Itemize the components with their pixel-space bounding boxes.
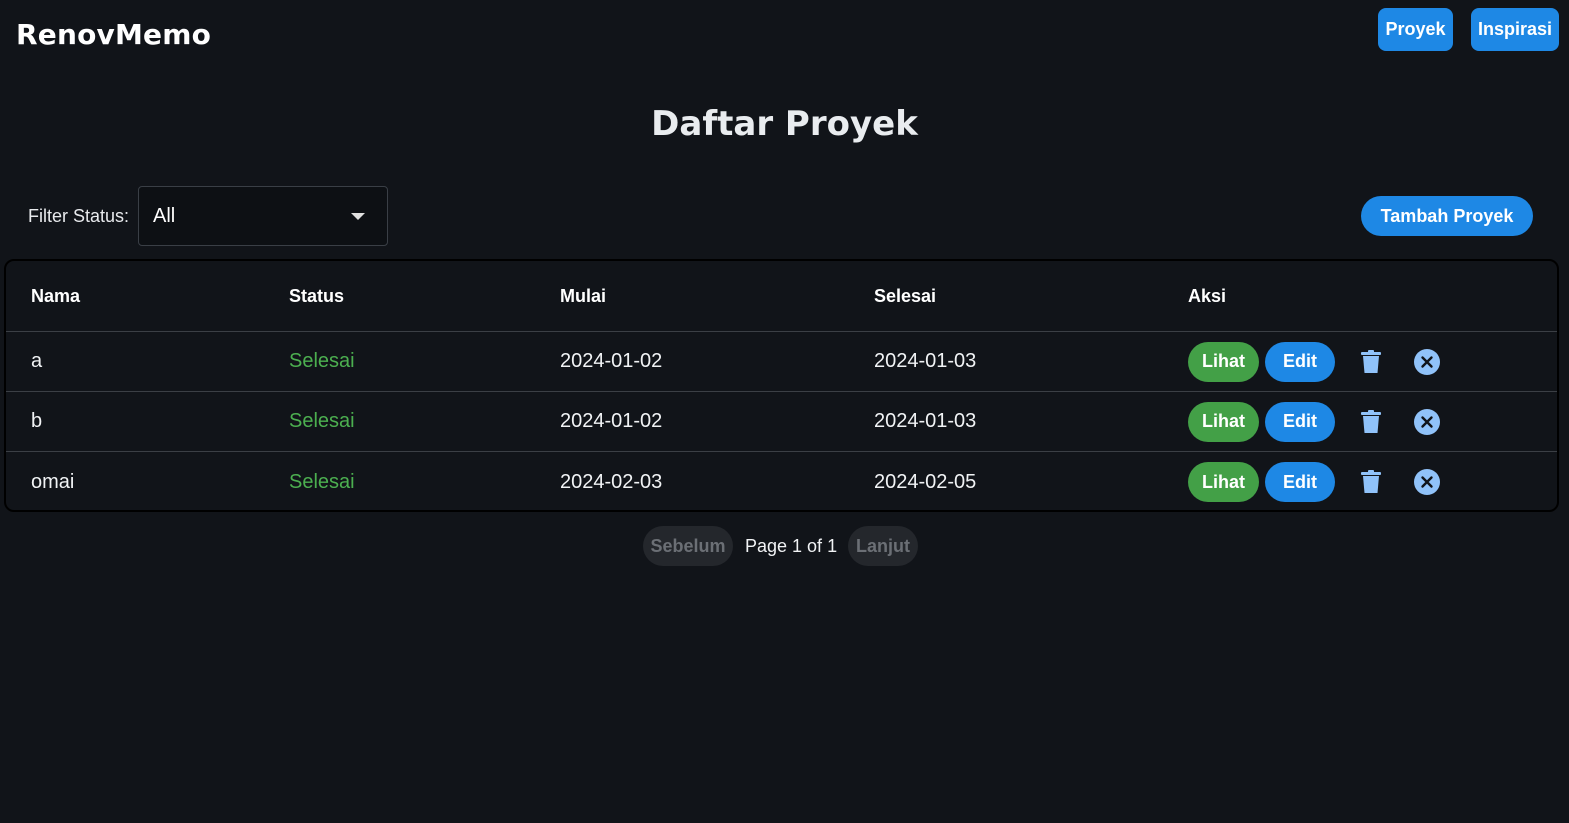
column-header-aksi: Aksi: [1188, 285, 1227, 306]
trash-icon[interactable]: [1356, 347, 1386, 377]
row-actions: Lihat Edit: [1188, 392, 1442, 451]
column-header-nama: Nama: [31, 285, 81, 306]
close-circle-icon[interactable]: [1412, 347, 1442, 377]
status-badge: Selesai: [289, 410, 355, 432]
add-project-button[interactable]: Tambah Proyek: [1361, 196, 1533, 236]
column-header-status: Status: [289, 285, 345, 306]
table-row: omai Selesai 2024-02-03 2024-02-05 Lihat…: [6, 452, 1557, 510]
column-header-mulai: Mulai: [560, 285, 607, 306]
app-root: RenovMemo Proyek Inspirasi Daftar Proyek…: [0, 0, 1569, 823]
close-circle-icon[interactable]: [1412, 467, 1442, 497]
edit-button[interactable]: Edit: [1265, 462, 1335, 502]
view-button[interactable]: Lihat: [1188, 462, 1259, 502]
filter-status-label: Filter Status:: [28, 206, 130, 226]
cell-nama: a: [31, 350, 43, 372]
status-badge: Selesai: [289, 350, 355, 372]
table-header-row: Nama Status Mulai Selesai Aksi: [6, 261, 1557, 332]
row-actions: Lihat Edit: [1188, 332, 1442, 391]
row-actions: Lihat Edit: [1188, 452, 1442, 510]
edit-button[interactable]: Edit: [1265, 341, 1335, 382]
prev-page-button[interactable]: Sebelum: [643, 526, 733, 566]
view-button[interactable]: Lihat: [1188, 341, 1259, 382]
cell-mulai: 2024-01-02: [560, 410, 663, 432]
edit-button[interactable]: Edit: [1265, 401, 1335, 442]
cell-nama: b: [31, 410, 43, 432]
cell-nama: omai: [31, 470, 75, 493]
projects-table: Nama Status Mulai Selesai Aksi a Selesai…: [4, 259, 1559, 512]
trash-icon[interactable]: [1356, 467, 1386, 497]
table-row: b Selesai 2024-01-02 2024-01-03 Lihat Ed…: [6, 392, 1557, 452]
pagination: Sebelum Page 1 of 1 Lanjut: [0, 526, 1569, 566]
cell-mulai: 2024-02-03: [560, 470, 663, 493]
cell-mulai: 2024-01-02: [560, 350, 663, 372]
chevron-down-icon: [351, 213, 365, 220]
next-page-button[interactable]: Lanjut: [848, 526, 918, 566]
page-indicator: Page 1 of 1: [745, 536, 838, 556]
cell-selesai: 2024-02-05: [874, 470, 977, 493]
trash-icon[interactable]: [1356, 407, 1386, 437]
filter-status-select[interactable]: All: [138, 186, 388, 246]
brand-logo[interactable]: RenovMemo: [16, 18, 211, 51]
page-title: Daftar Proyek: [651, 104, 918, 144]
close-circle-icon[interactable]: [1412, 407, 1442, 437]
view-button[interactable]: Lihat: [1188, 401, 1259, 442]
status-badge: Selesai: [289, 470, 355, 493]
filter-status-value: All: [153, 204, 176, 227]
column-header-selesai: Selesai: [874, 285, 937, 306]
cell-selesai: 2024-01-03: [874, 410, 977, 432]
cell-selesai: 2024-01-03: [874, 350, 977, 372]
nav-inspirasi-button[interactable]: Inspirasi: [1471, 8, 1559, 51]
table-row: a Selesai 2024-01-02 2024-01-03 Lihat Ed…: [6, 332, 1557, 392]
nav-proyek-button[interactable]: Proyek: [1378, 8, 1453, 51]
